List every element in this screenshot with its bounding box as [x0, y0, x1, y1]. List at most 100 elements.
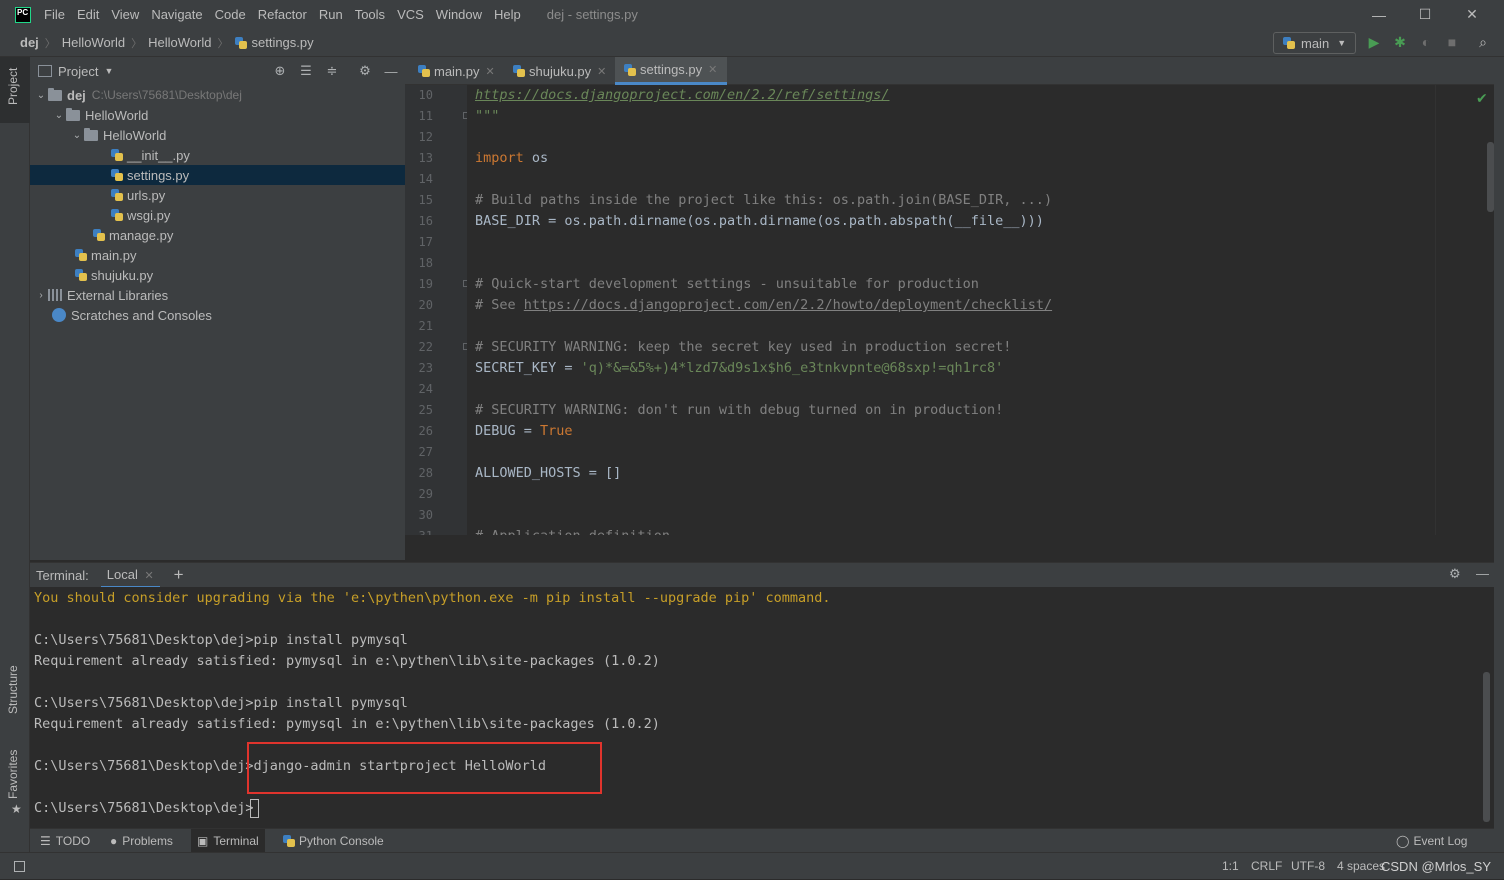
close-icon[interactable]: ✕	[708, 63, 717, 76]
menu-code[interactable]: Code	[215, 7, 246, 22]
python-file-icon	[110, 208, 124, 222]
terminal-scroll-thumb[interactable]	[1483, 672, 1490, 822]
tree-item-dej[interactable]: ⌄ dej C:\Users\75681\Desktop\dej	[30, 85, 405, 105]
navigation-bar: dej 〉 HelloWorld 〉 HelloWorld 〉 settings…	[0, 29, 1504, 57]
tree-item-manage[interactable]: manage.py	[30, 225, 405, 245]
caret-position[interactable]: 1:1	[1222, 853, 1239, 880]
tree-item-main[interactable]: main.py	[30, 245, 405, 265]
hide-icon[interactable]: —	[1476, 566, 1489, 581]
editor-scrollbar[interactable]	[1435, 85, 1494, 535]
scroll-thumb[interactable]	[1487, 142, 1494, 212]
breadcrumb-file[interactable]: settings.py	[251, 35, 313, 50]
menu-view[interactable]: View	[111, 7, 139, 22]
add-terminal-icon[interactable]: +	[174, 565, 184, 585]
tree-item-helloworld-package[interactable]: ⌄ HelloWorld	[30, 125, 405, 145]
run-configuration-select[interactable]: main ▼	[1273, 32, 1356, 54]
code-line-31: # Application definition	[475, 526, 670, 535]
python-console-button[interactable]: Python Console	[276, 829, 390, 853]
hide-icon[interactable]: —	[383, 63, 399, 79]
code-line-22: # SECURITY WARNING: keep the secret key …	[475, 339, 1012, 355]
indent-setting[interactable]: 4 spaces	[1337, 853, 1385, 880]
gear-icon[interactable]: ⚙	[357, 63, 373, 79]
expand-all-icon[interactable]: ☰	[298, 63, 314, 79]
chevron-down-icon[interactable]: ⌄	[70, 130, 84, 141]
code-line-10: https://docs.djangoproject.com/en/2.2/re…	[475, 85, 890, 106]
menu-refactor[interactable]: Refactor	[258, 7, 307, 22]
breadcrumb-folder[interactable]: HelloWorld	[62, 35, 125, 50]
tree-item-label: External Libraries	[67, 287, 169, 303]
python-file-icon	[234, 36, 248, 50]
pycharm-logo: PC	[15, 6, 31, 23]
tool-windows-icon[interactable]	[14, 861, 25, 872]
chevron-down-icon[interactable]: ▼	[104, 66, 113, 76]
tree-item-scratches[interactable]: Scratches and Consoles	[30, 305, 405, 325]
menu-file[interactable]: File	[44, 7, 65, 22]
event-log-button[interactable]: ◯ Event Log	[1390, 829, 1473, 853]
tab-settings-py[interactable]: settings.py ✕	[615, 57, 727, 85]
chevron-down-icon[interactable]: ⌄	[34, 90, 48, 101]
minimize-button[interactable]: —	[1356, 0, 1402, 29]
stripe-project-label[interactable]: Project	[6, 68, 20, 105]
line-separator[interactable]: CRLF	[1251, 853, 1282, 880]
tree-item-helloworld[interactable]: ⌄ HelloWorld	[30, 105, 405, 125]
python-icon	[1282, 36, 1296, 50]
tree-item-label: shujuku.py	[91, 267, 154, 283]
python-console-label: Python Console	[299, 834, 384, 848]
tree-item-wsgi[interactable]: wsgi.py	[30, 205, 405, 225]
terminal-tab-local[interactable]: Local ✕	[100, 563, 160, 588]
search-icon[interactable]: ⌕	[1475, 34, 1491, 50]
menu-edit[interactable]: Edit	[77, 7, 99, 22]
close-icon[interactable]: ✕	[144, 570, 153, 582]
chevron-right-icon[interactable]: ›	[34, 290, 48, 301]
stripe-favorites-label[interactable]: Favorites	[6, 750, 20, 799]
editor-tabs: main.py ✕ shujuku.py ✕ settings.py ✕	[405, 57, 1494, 85]
tree-item-label: __init__.py	[127, 147, 190, 163]
breadcrumb-package[interactable]: HelloWorld	[148, 35, 211, 50]
tab-shujuku-py[interactable]: shujuku.py ✕	[504, 57, 614, 85]
scratches-icon	[52, 308, 66, 322]
tree-item-urls[interactable]: urls.py	[30, 185, 405, 205]
breadcrumb-project[interactable]: dej	[20, 35, 39, 50]
status-bar: 1:1 CRLF UTF-8 4 spaces CSDN @Mrlos_SY	[0, 852, 1504, 879]
tree-item-shujuku[interactable]: shujuku.py	[30, 265, 405, 285]
docstring-link[interactable]: https://docs.djangoproject.com/en/2.2/re…	[475, 87, 890, 103]
tab-main-py[interactable]: main.py ✕	[409, 57, 503, 85]
run-icon[interactable]: ▶	[1366, 34, 1382, 50]
gear-icon[interactable]: ⚙	[1449, 566, 1461, 582]
close-button[interactable]: ✕	[1449, 0, 1495, 29]
maximize-button[interactable]: ☐	[1402, 0, 1448, 29]
collapse-all-icon[interactable]: ≑	[324, 63, 340, 79]
project-view-icon	[38, 65, 52, 77]
code-line-20: # See https://docs.djangoproject.com/en/…	[475, 295, 1052, 316]
breadcrumb-separator-icon: 〉	[217, 37, 229, 50]
todo-button[interactable]: ☰ TODO	[34, 829, 96, 853]
menu-tools[interactable]: Tools	[355, 7, 385, 22]
stripe-structure-label[interactable]: Structure	[6, 665, 20, 714]
project-view-title[interactable]: Project	[58, 64, 98, 79]
coverage-icon[interactable]: ◐	[1418, 34, 1434, 50]
menu-navigate[interactable]: Navigate	[151, 7, 202, 22]
file-encoding[interactable]: UTF-8	[1291, 853, 1325, 880]
terminal-line: Requirement already satisfied: pymysql i…	[34, 716, 660, 732]
bottom-tool-bar: ☰ TODO ● Problems ▣ Terminal Python Cons…	[30, 828, 1494, 853]
stop-icon[interactable]: ■	[1444, 34, 1460, 50]
terminal-button[interactable]: ▣ Terminal	[191, 829, 265, 853]
debug-icon[interactable]: ✱	[1392, 34, 1408, 50]
comment-link[interactable]: https://docs.djangoproject.com/en/2.2/ho…	[524, 297, 1052, 313]
locate-file-icon[interactable]: ⊕	[272, 63, 288, 79]
tree-item-init[interactable]: __init__.py	[30, 145, 405, 165]
menu-help[interactable]: Help	[494, 7, 521, 22]
menu-run[interactable]: Run	[319, 7, 343, 22]
title-bar: PC File Edit View Navigate Code Refactor…	[0, 0, 1504, 29]
close-icon[interactable]: ✕	[486, 65, 495, 78]
chevron-down-icon[interactable]: ⌄	[52, 110, 66, 121]
close-icon[interactable]: ✕	[597, 65, 606, 78]
menu-window[interactable]: Window	[436, 7, 482, 22]
menu-vcs[interactable]: VCS	[397, 7, 424, 22]
problems-button[interactable]: ● Problems	[104, 829, 179, 853]
code-editor[interactable]: https://docs.djangoproject.com/en/2.2/re…	[467, 85, 1435, 535]
python-file-icon	[623, 63, 637, 77]
tree-item-settings[interactable]: settings.py	[30, 165, 405, 185]
check-icon[interactable]: ✔	[1476, 90, 1488, 107]
tree-item-external-libraries[interactable]: › External Libraries	[30, 285, 405, 305]
